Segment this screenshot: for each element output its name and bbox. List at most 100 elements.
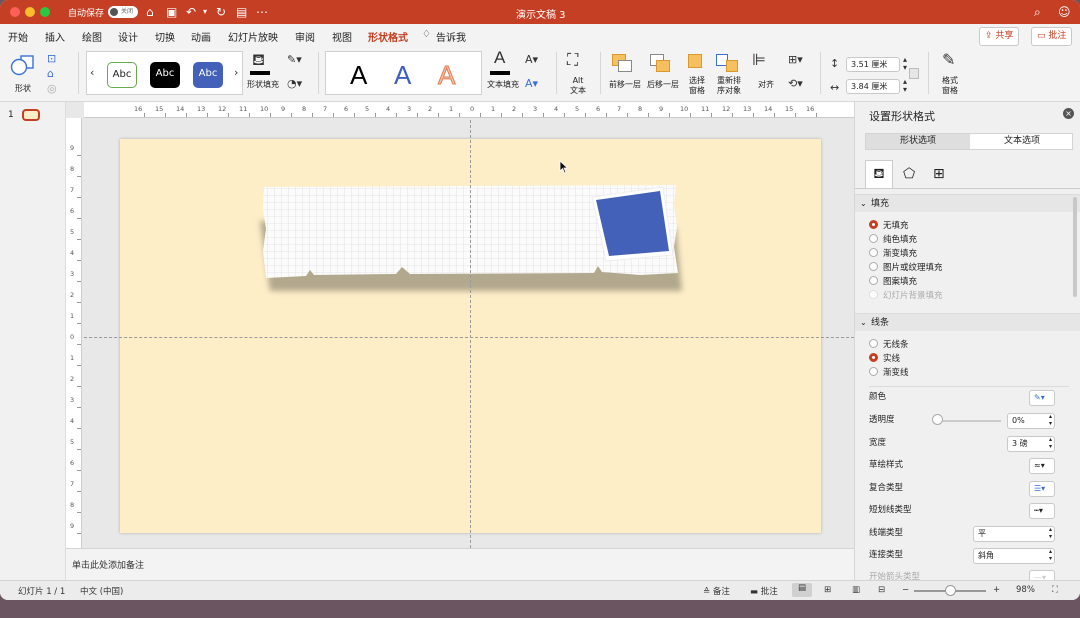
- slideshow-view-icon[interactable]: ⊟: [878, 585, 885, 595]
- line-width-input[interactable]: 3 磅 ▴ ▾: [1007, 436, 1055, 452]
- compound-type-picker[interactable]: ☰▾: [1029, 481, 1055, 497]
- height-stepper[interactable]: ▴ ▾: [903, 56, 907, 72]
- text-outline-icon[interactable]: A▾: [525, 54, 538, 66]
- line-color-picker[interactable]: ✎▾: [1029, 390, 1055, 406]
- tab-slideshow[interactable]: 幻灯片放映: [228, 29, 278, 44]
- style-option-outline[interactable]: Abc: [107, 62, 137, 88]
- effects-pentagon-icon[interactable]: ⬠: [903, 166, 915, 182]
- stepper-icon[interactable]: ▴ ▾: [1049, 413, 1052, 427]
- tell-me-search[interactable]: 告诉我: [436, 29, 466, 44]
- style-option-black[interactable]: Abc: [150, 62, 180, 88]
- selection-pane-button[interactable]: 选择 窗格: [684, 52, 710, 96]
- zoom-in-icon[interactable]: +: [993, 585, 1000, 595]
- reading-view-icon[interactable]: ▥: [852, 585, 860, 595]
- tab-home[interactable]: 开始: [8, 29, 28, 44]
- transparency-input[interactable]: 0% ▴ ▾: [1007, 413, 1055, 429]
- language-status[interactable]: 中文 (中国): [80, 585, 123, 597]
- save-icon[interactable]: ▣: [166, 4, 177, 20]
- account-icon[interactable]: ☺: [1058, 4, 1071, 20]
- shape-outline-icon[interactable]: ✎▾: [287, 54, 302, 66]
- group-icon[interactable]: ⊞▾: [788, 54, 803, 66]
- undo-dropdown-icon[interactable]: ▾: [203, 4, 207, 20]
- tab-design[interactable]: 设计: [118, 29, 138, 44]
- text-effects-icon[interactable]: A▾: [525, 78, 538, 90]
- shape-width-input[interactable]: 3.84 厘米: [846, 79, 900, 94]
- send-backward-button[interactable]: 后移一层: [644, 52, 682, 96]
- edit-shape-icon[interactable]: ⊡: [47, 53, 56, 65]
- insert-shape-button[interactable]: 形状: [8, 52, 42, 96]
- fill-option-solid[interactable]: 纯色填充: [869, 234, 917, 246]
- wordart-blue[interactable]: A: [394, 60, 411, 90]
- style-option-blue[interactable]: Abc: [193, 62, 223, 88]
- cap-type-select[interactable]: 平 ▴ ▾: [973, 526, 1055, 542]
- home-icon[interactable]: ⌂: [146, 4, 154, 20]
- fill-option-picture[interactable]: 图片或纹理填充: [869, 262, 943, 274]
- line-option-none[interactable]: 无线条: [869, 339, 909, 351]
- dash-type-picker[interactable]: ┅▾: [1029, 503, 1055, 519]
- zoom-window-button[interactable]: [40, 7, 50, 17]
- normal-view-icon[interactable]: ▤: [792, 583, 812, 597]
- width-stepper[interactable]: ▴ ▾: [903, 78, 907, 94]
- alt-text-button[interactable]: ⛶ Alt 文本: [563, 52, 593, 96]
- shape-effects-icon[interactable]: ◔▾: [287, 78, 302, 90]
- align-button[interactable]: ⊫ 对齐: [750, 52, 782, 96]
- line-section-header[interactable]: ⌄ 线条: [855, 313, 1080, 331]
- text-fill-button[interactable]: A 文本填充: [485, 49, 521, 96]
- undo-icon[interactable]: ↶: [186, 4, 196, 20]
- tab-view[interactable]: 视图: [332, 29, 352, 44]
- redo-icon[interactable]: ↻: [216, 4, 226, 20]
- reorder-objects-button[interactable]: 重新排 序对象: [712, 52, 746, 96]
- size-properties-icon[interactable]: ⊞: [933, 166, 945, 182]
- minimize-window-button[interactable]: [25, 7, 35, 17]
- comments-toggle-button[interactable]: ▬ 批注: [750, 585, 778, 597]
- comments-button[interactable]: ▭ 批注: [1031, 27, 1073, 46]
- sketch-style-picker[interactable]: ≈▾: [1029, 458, 1055, 474]
- rotate-icon[interactable]: ⟲▾: [788, 78, 803, 90]
- join-type-select[interactable]: 斜角 ▴ ▾: [973, 548, 1055, 564]
- autosave-toggle[interactable]: 关闭: [108, 6, 138, 18]
- close-window-button[interactable]: [10, 7, 20, 17]
- slide-thumbnail-1[interactable]: [22, 109, 40, 121]
- fill-option-none[interactable]: 无填充: [869, 220, 909, 232]
- shape-height-input[interactable]: 3.51 厘米: [846, 57, 900, 72]
- shape-fill-button[interactable]: ⛾ 形状填充: [245, 52, 281, 96]
- transparency-slider[interactable]: [935, 420, 1001, 422]
- wordart-black[interactable]: A: [350, 60, 367, 90]
- lock-aspect-toggle[interactable]: [909, 68, 919, 79]
- textbox-icon[interactable]: ⌂: [47, 68, 54, 80]
- tab-transitions[interactable]: 切换: [155, 29, 175, 44]
- notes-area[interactable]: 单击此处添加备注: [66, 548, 854, 580]
- blue-sticky-note[interactable]: [591, 186, 674, 262]
- tab-draw[interactable]: 绘图: [82, 29, 102, 44]
- tab-shape-options[interactable]: 形状选项: [866, 134, 970, 149]
- gallery-next-icon[interactable]: ›: [234, 67, 238, 79]
- share-button[interactable]: ⇪ 共享: [979, 27, 1020, 46]
- tab-animations[interactable]: 动画: [191, 29, 211, 44]
- fill-line-icon[interactable]: ⛾: [865, 160, 893, 188]
- pane-scrollbar[interactable]: [1073, 197, 1077, 297]
- tab-review[interactable]: 审阅: [295, 29, 315, 44]
- line-option-gradient[interactable]: 渐变线: [869, 367, 909, 379]
- fit-to-window-icon[interactable]: ⛶: [1052, 585, 1058, 595]
- slide-sorter-icon[interactable]: ⊞: [824, 585, 831, 595]
- line-option-solid[interactable]: 实线: [869, 353, 900, 365]
- fill-option-pattern[interactable]: 图案填充: [869, 276, 917, 288]
- search-icon[interactable]: ⌕: [1034, 4, 1041, 20]
- stepper-icon[interactable]: ▴ ▾: [1049, 436, 1052, 450]
- horizontal-guide[interactable]: [84, 337, 854, 338]
- zoom-slider-thumb[interactable]: [945, 585, 956, 596]
- format-pane-button[interactable]: ✎ 格式 窗格: [934, 52, 966, 96]
- present-icon[interactable]: ▤: [236, 4, 247, 20]
- tab-insert[interactable]: 插入: [45, 29, 65, 44]
- vertical-guide[interactable]: [470, 120, 471, 548]
- gallery-prev-icon[interactable]: ‹: [90, 67, 94, 79]
- zoom-out-icon[interactable]: −: [902, 585, 909, 595]
- bring-forward-button[interactable]: 前移一层: [606, 52, 644, 96]
- tab-shape-format[interactable]: 形状格式: [368, 29, 408, 49]
- close-pane-icon[interactable]: ×: [1063, 108, 1074, 119]
- zoom-level[interactable]: 98%: [1016, 585, 1035, 595]
- notes-toggle-button[interactable]: ≙ 备注: [703, 585, 730, 597]
- transparency-slider-thumb[interactable]: [932, 414, 943, 425]
- fill-section-header[interactable]: ⌄ 填充: [855, 194, 1080, 212]
- wordart-orange[interactable]: A: [437, 60, 455, 91]
